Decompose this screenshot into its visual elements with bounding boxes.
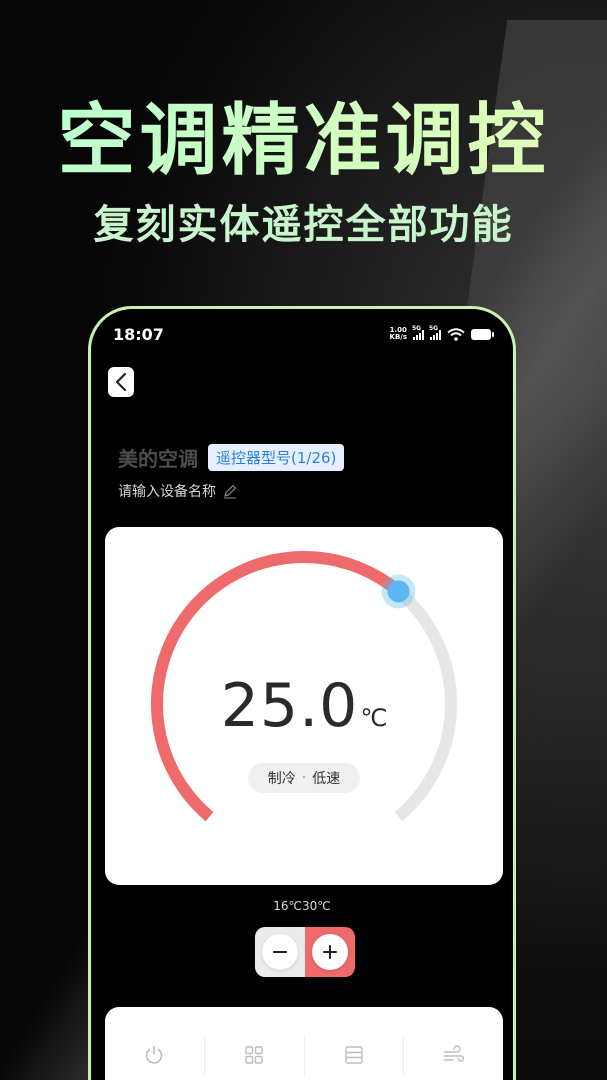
wifi-icon: [447, 327, 465, 341]
temperature-stepper: [255, 927, 355, 977]
minus-icon: [273, 951, 287, 953]
range-min-label: 16℃: [273, 899, 302, 913]
range-max-label: 30℃: [302, 899, 331, 913]
promo-subline: 复刻实体遥控全部功能: [93, 202, 514, 248]
thermostat-card: 25.0℃ 制冷 · 低速: [105, 527, 503, 885]
mode-separator: ·: [301, 770, 307, 786]
network-speed: 1.00 KB/s: [390, 327, 407, 341]
temperature-unit: ℃: [360, 704, 388, 732]
list-icon: [345, 1046, 363, 1064]
wind-icon: [442, 1045, 464, 1062]
temperature-value: 25.0: [220, 671, 359, 741]
increase-temp-button[interactable]: [305, 927, 355, 977]
plus-icon: [323, 945, 337, 959]
sim2-label: 5G: [429, 325, 439, 332]
function-panel: [105, 1007, 503, 1080]
rename-device-field[interactable]: 请输入设备名称: [118, 481, 238, 501]
signal-icon-2: 5G: [429, 325, 441, 340]
device-header: 美的空调 遥控器型号(1/26): [118, 443, 345, 472]
network-speed-unit: KB/s: [389, 333, 407, 341]
power-button[interactable]: [105, 1035, 205, 1075]
power-icon: [146, 1045, 163, 1064]
promo-headline: 空调精准调控: [0, 78, 607, 190]
decrease-temp-button[interactable]: [255, 927, 305, 977]
temperature-range: 16℃30℃: [91, 899, 513, 913]
wind-button[interactable]: [404, 1035, 503, 1075]
signal-icon: 5G: [412, 325, 424, 340]
mode-label: 制冷: [267, 771, 296, 787]
mode-pill[interactable]: 制冷 · 低速: [248, 763, 360, 793]
phone-frame: 18:07 1.00 KB/s 5G 5G 美的空调 遥控器型号(1/26) 请…: [88, 306, 516, 1080]
chevron-left-icon: [115, 372, 127, 392]
device-name: 美的空调: [118, 447, 198, 471]
list-button[interactable]: [305, 1035, 405, 1075]
status-bar: 18:07 1.00 KB/s 5G 5G: [113, 323, 494, 345]
grid-icon: [245, 1046, 263, 1064]
remote-model-badge[interactable]: 遥控器型号(1/26): [208, 444, 345, 471]
temperature-readout: 25.0℃: [105, 671, 503, 741]
battery-icon: [471, 328, 494, 340]
status-icons: 1.00 KB/s 5G 5G: [390, 325, 494, 341]
dial-knob: [387, 580, 410, 603]
edit-icon[interactable]: [222, 483, 238, 499]
mode-grid-button[interactable]: [205, 1035, 305, 1075]
sim1-label: 5G: [412, 325, 422, 332]
status-time: 18:07: [113, 324, 164, 344]
back-button[interactable]: [108, 367, 134, 397]
rename-placeholder: 请输入设备名称: [118, 484, 216, 500]
fan-speed-label: 低速: [312, 771, 341, 787]
